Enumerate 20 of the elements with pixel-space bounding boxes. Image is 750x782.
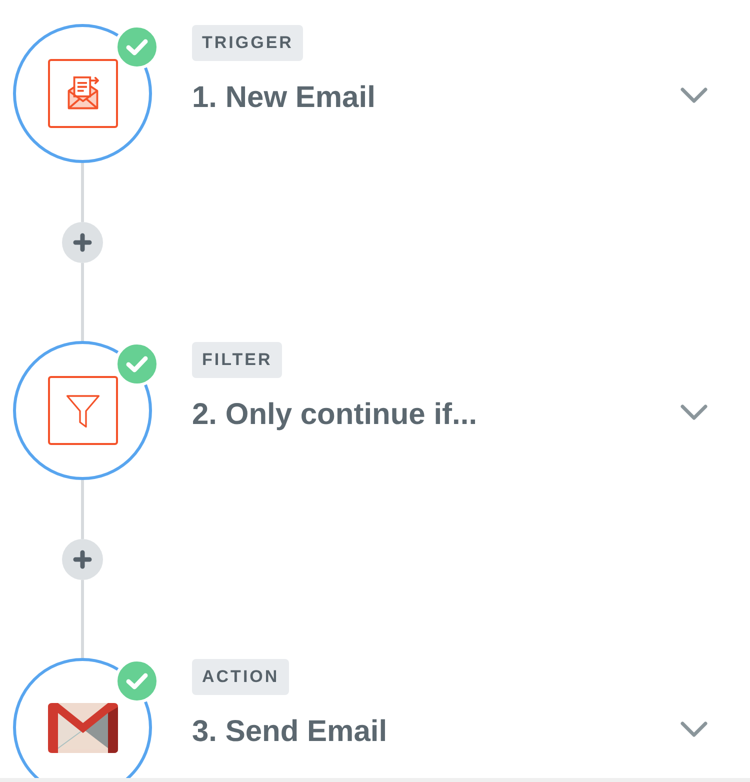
chevron-down-icon (680, 404, 708, 420)
expand-button[interactable] (680, 720, 708, 738)
expand-button[interactable] (680, 404, 708, 420)
chevron-down-icon (680, 720, 708, 738)
add-step-button[interactable] (62, 222, 103, 263)
step-title: 2. Only continue if... (192, 397, 478, 433)
connector-line (81, 163, 84, 222)
plus-icon (73, 233, 92, 252)
connector-line (81, 480, 84, 539)
plus-icon (73, 550, 92, 569)
chevron-down-icon (680, 86, 708, 104)
funnel-icon (64, 392, 100, 428)
step-type-label: FILTER (192, 342, 282, 378)
add-step-button[interactable] (62, 539, 103, 580)
step-title: 3. Send Email (192, 714, 388, 750)
step-title: 1. New Email (192, 80, 376, 116)
step-type-label: TRIGGER (192, 25, 304, 61)
m-envelope-icon (48, 702, 118, 752)
step-type-label: ACTION (192, 659, 290, 695)
expand-button[interactable] (680, 86, 708, 104)
